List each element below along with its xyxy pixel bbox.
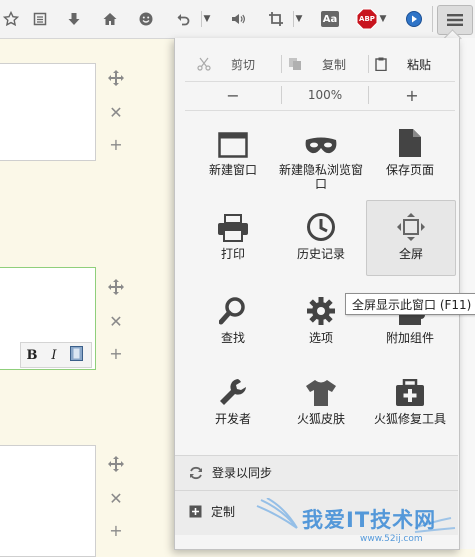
printer-icon: [218, 214, 248, 242]
menu-item-label: 火狐修复工具: [373, 412, 446, 426]
menu-item-label: 开发者: [214, 412, 251, 426]
reader-icon[interactable]: [29, 8, 51, 30]
close-icon[interactable]: ✕: [107, 312, 125, 331]
crop-dropdown-icon[interactable]: ▼: [293, 11, 304, 27]
crop-icon[interactable]: [265, 8, 287, 30]
copy-button[interactable]: 复制: [288, 52, 346, 76]
format-toolbar: B I: [20, 342, 92, 368]
sync-icon: [190, 466, 202, 479]
customize-label: 定制: [211, 505, 236, 519]
menu-item-developer[interactable]: 开发者: [189, 373, 277, 426]
copy-label: 复制: [322, 57, 347, 72]
zoom-controls: − 100% +: [185, 83, 455, 107]
move-icon[interactable]: [107, 278, 125, 296]
edit-controls: 剪切 复制 粘贴: [185, 52, 455, 76]
gear-icon: [307, 297, 335, 325]
sync-signin-row[interactable]: 登录以同步: [175, 455, 458, 490]
fullscreen-icon: [397, 213, 425, 241]
home-icon[interactable]: [99, 8, 121, 30]
plus-box-icon: [189, 505, 202, 518]
clipboard-icon: [375, 57, 387, 71]
abp-dropdown-icon[interactable]: ▼: [378, 11, 388, 27]
menu-item-fullscreen[interactable]: 全屏: [366, 200, 456, 276]
toolbar-divider: [432, 6, 433, 32]
zoom-reset-button[interactable]: 100%: [282, 83, 368, 107]
menu-item-label: 火狐皮肤: [296, 412, 345, 426]
fullscreen-tooltip: 全屏显示此窗口 (F11): [345, 293, 475, 315]
menu-item-label: 打印: [220, 247, 245, 261]
cut-button[interactable]: 剪切: [197, 52, 255, 76]
zoom-out-button[interactable]: −: [185, 83, 281, 107]
menu-item-label: 查找: [220, 331, 245, 345]
menu-item-save-page[interactable]: 保存页面: [366, 124, 454, 177]
add-icon[interactable]: +: [107, 521, 125, 540]
magnifier-icon: [219, 297, 245, 325]
undo-icon[interactable]: [172, 8, 194, 30]
menu-item-history[interactable]: 历史记录: [277, 208, 365, 261]
menu-item-new-window[interactable]: 新建窗口: [189, 124, 277, 177]
menu-item-label: 附加组件: [385, 331, 434, 345]
wrench-icon: [220, 379, 246, 405]
menu-item-repair-tool[interactable]: 火狐修复工具: [366, 373, 454, 426]
menu-item-find[interactable]: 查找: [189, 292, 277, 345]
add-icon[interactable]: +: [107, 135, 125, 154]
browser-toolbar: ▼ ▼ Aa ABP ▼: [0, 0, 475, 39]
new-window-icon: [218, 132, 248, 158]
star-icon[interactable]: [0, 8, 22, 30]
save-page-icon: [399, 129, 421, 157]
paste-button[interactable]: 粘贴: [375, 52, 431, 76]
editor-panel-top[interactable]: [0, 63, 96, 161]
site-watermark: 我爱IT技术网 www.52ij.com: [255, 497, 475, 549]
menu-icon: [447, 14, 463, 26]
menu-item-label: 选项: [308, 331, 333, 345]
close-icon[interactable]: ✕: [107, 489, 125, 508]
italic-button[interactable]: I: [43, 348, 65, 363]
media-icon[interactable]: [403, 8, 425, 30]
watermark-text: 我爱IT技术网: [302, 508, 437, 532]
editor-panel-bottom[interactable]: [0, 445, 96, 557]
sync-label: 登录以同步: [212, 466, 273, 480]
paste-label: 粘贴: [407, 57, 432, 72]
add-icon[interactable]: +: [107, 344, 125, 363]
menu-item-label: 历史记录: [296, 247, 345, 261]
zoom-in-button[interactable]: +: [369, 83, 455, 107]
repair-kit-icon: [396, 379, 424, 406]
copy-icon: [289, 58, 301, 70]
watermark-url: www.52ij.com: [360, 534, 423, 544]
move-icon[interactable]: [107, 455, 125, 473]
abp-icon[interactable]: ABP: [356, 8, 378, 30]
speaker-icon[interactable]: [227, 8, 249, 30]
menu-item-label: 全屏: [398, 247, 423, 261]
font-icon-label: Aa: [321, 11, 339, 27]
private-mask-icon: [305, 137, 337, 154]
menu-button[interactable]: [437, 5, 473, 35]
font-icon[interactable]: Aa: [319, 8, 341, 30]
cut-label: 剪切: [231, 57, 256, 72]
menu-item-private-window[interactable]: 新建隐私浏览窗口: [277, 124, 365, 191]
history-clock-icon: [307, 213, 335, 241]
smiley-icon[interactable]: [135, 8, 157, 30]
menu-item-label: 保存页面: [385, 163, 434, 177]
undo-dropdown-icon[interactable]: ▼: [201, 11, 212, 27]
menu-item-themes[interactable]: 火狐皮肤: [277, 373, 365, 426]
menu-item-label: 新建窗口: [208, 163, 257, 177]
bold-button[interactable]: B: [21, 348, 43, 363]
close-icon[interactable]: ✕: [107, 103, 125, 122]
scissors-icon: [197, 57, 211, 71]
move-icon[interactable]: [107, 69, 125, 87]
menu-item-print[interactable]: 打印: [189, 208, 277, 261]
abp-label: ABP: [359, 15, 375, 23]
film-icon[interactable]: [65, 345, 87, 365]
menu-item-label: 新建隐私浏览窗口: [278, 163, 363, 191]
download-icon[interactable]: [63, 8, 85, 30]
tshirt-icon: [306, 380, 336, 406]
